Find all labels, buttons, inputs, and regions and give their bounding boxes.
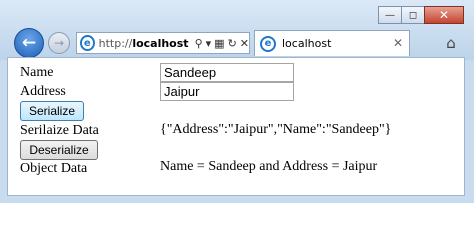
search-icon[interactable]: ⚲	[195, 37, 203, 50]
address-input[interactable]: Jaipur	[160, 82, 294, 101]
back-button[interactable]: ←	[14, 28, 44, 58]
page-content: Name Sandeep Address Jaipur Serialize Se…	[7, 57, 465, 196]
maximize-icon[interactable]: ◻	[401, 6, 425, 24]
arrow-left-icon: ←	[21, 33, 37, 53]
name-input[interactable]: Sandeep	[160, 63, 294, 82]
close-window-icon[interactable]: ✕	[424, 6, 464, 24]
tab-ie-icon: e	[260, 35, 276, 52]
tab-localhost[interactable]: e localhost ✕	[254, 30, 410, 56]
browser-window: — ◻ ✕ ← → e http:// localhost ⚲ ▾ ▦ ↻ ✕ …	[0, 0, 474, 203]
forward-button[interactable]: →	[48, 32, 70, 54]
url-protocol: http://	[98, 36, 133, 50]
stop-icon[interactable]: ✕	[240, 37, 249, 50]
address-bar[interactable]: e http:// localhost ⚲ ▾ ▦ ↻ ✕	[76, 32, 250, 54]
serialized-data-label: Serilaize Data	[20, 123, 99, 138]
window-caption-buttons: — ◻ ✕	[378, 6, 464, 24]
arrow-right-icon: →	[53, 36, 65, 50]
refresh-icon[interactable]: ↻	[228, 37, 237, 50]
object-data-value: Name = Sandeep and Address = Jaipur	[160, 159, 378, 174]
home-icon[interactable]: ⌂	[440, 32, 462, 54]
name-label: Name	[20, 65, 54, 80]
url-host: localhost	[132, 36, 189, 50]
tab-close-icon[interactable]: ✕	[393, 36, 403, 50]
address-label: Address	[20, 84, 66, 99]
tab-title: localhost	[282, 37, 332, 50]
object-data-label: Object Data	[20, 161, 88, 176]
serialized-data-value: {"Address":"Jaipur","Name":"Sandeep"}	[160, 122, 392, 137]
ie-icon: e	[80, 35, 95, 51]
compat-icon[interactable]: ▦	[214, 37, 224, 50]
dropdown-icon[interactable]: ▾	[206, 37, 212, 50]
deserialize-button[interactable]: Deserialize	[20, 140, 98, 160]
minimize-icon[interactable]: —	[378, 6, 402, 24]
serialize-button[interactable]: Serialize	[20, 101, 84, 121]
